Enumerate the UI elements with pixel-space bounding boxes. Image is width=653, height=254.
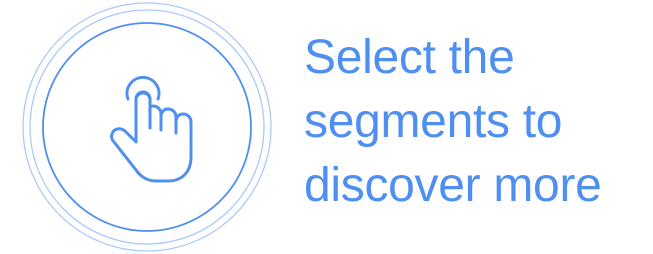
hint-text-line-3: discover more [304, 159, 602, 212]
middle-ring [29, 9, 265, 245]
hint-text: Select the segments to discover more [304, 26, 644, 218]
outer-ring [22, 2, 272, 252]
inner-ring [42, 22, 252, 232]
hint-text-line-1: Select the [304, 31, 515, 84]
hint-text-line-2: segments to [304, 95, 563, 148]
tap-hint-graphic [20, 0, 274, 254]
pointing-hand-icon [110, 76, 193, 183]
